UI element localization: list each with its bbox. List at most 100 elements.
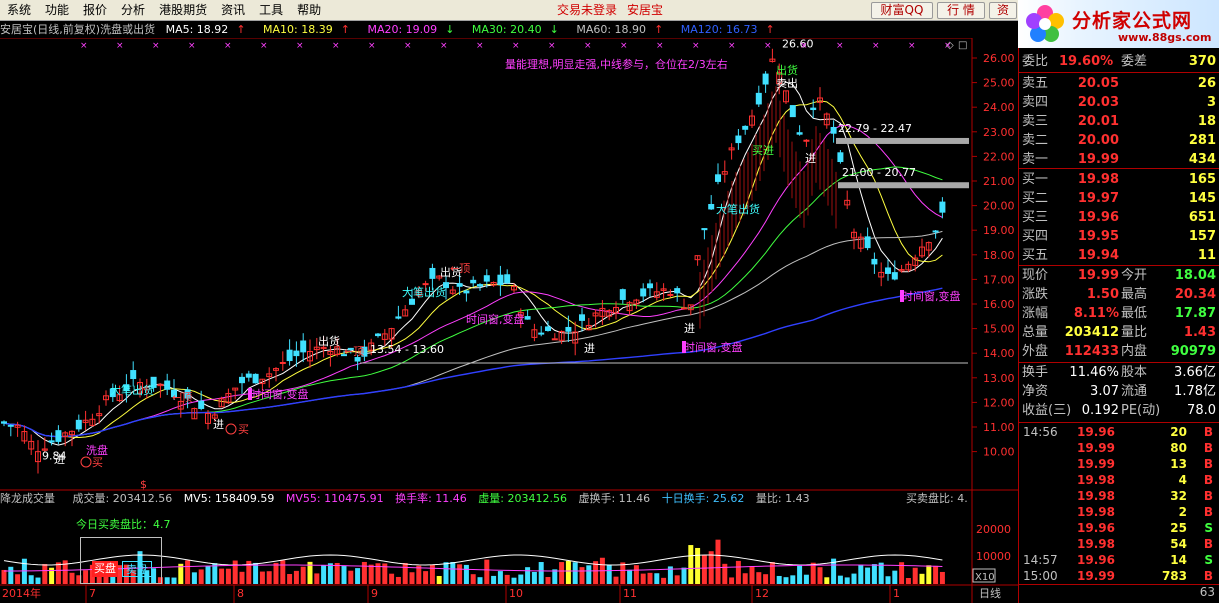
volume-bar [484, 559, 490, 584]
candle-body [504, 274, 511, 284]
volume-bar [878, 562, 884, 584]
menu-item-3[interactable]: 分析 [114, 0, 152, 21]
wash-label: 洗盘 [86, 443, 108, 457]
stock-name-link[interactable]: 安居宝 [627, 0, 663, 21]
volume-bar [797, 564, 803, 584]
candle-body [545, 326, 551, 331]
volume-bar [327, 563, 333, 584]
tick-row: 19.98 4 B [1077, 473, 1213, 487]
candlestick [1, 420, 7, 427]
candlestick [871, 252, 878, 274]
candlestick [232, 387, 239, 400]
tick-row: 19.98 2 B [1077, 505, 1213, 519]
price-axis-label: 25.00 [983, 77, 1015, 90]
menu-item-0[interactable]: 系统 [0, 0, 38, 21]
candlestick [300, 333, 307, 363]
signal-marker: × [872, 41, 880, 51]
candlestick [885, 259, 891, 281]
candle-body [375, 333, 381, 337]
candle-body [456, 283, 463, 287]
volume-bar [55, 562, 61, 584]
candle-body [497, 274, 504, 286]
volume-bar [729, 577, 735, 584]
volume-bar [613, 576, 619, 584]
candlestick [653, 282, 660, 301]
candle-body [708, 203, 715, 210]
menu-item-5[interactable]: 资讯 [214, 0, 252, 21]
candlestick [572, 321, 579, 356]
candlestick [674, 286, 681, 302]
volume-bar [905, 577, 911, 584]
volume-bar [661, 577, 667, 584]
volume-bar [885, 576, 891, 584]
menu-item-1[interactable]: 功能 [38, 0, 76, 21]
candlestick [35, 440, 41, 474]
fundamental-row-2: 收益(三) 0.192 PE(动) 78.0 [1022, 403, 1216, 418]
signal-marker: × [188, 41, 196, 51]
volume-bar [695, 547, 701, 584]
candle-body [674, 288, 681, 294]
volume-bar [538, 562, 544, 584]
price-axis-label: 16.00 [983, 298, 1015, 311]
candle-body [7, 424, 14, 427]
candle-body [130, 370, 137, 380]
dollar-marker: $ [140, 478, 147, 491]
candlestick [783, 90, 789, 105]
top-label: ←顶 [450, 262, 470, 275]
candle-body [647, 283, 653, 289]
volume-bar [470, 574, 476, 584]
volume-bar [810, 562, 816, 584]
volume-bar [497, 571, 503, 584]
ask-row-2: 卖二 20.00 281 [1022, 133, 1216, 148]
volume-bar [355, 568, 361, 584]
signal-marker: × [764, 41, 772, 51]
legend-sell: 卖盘 [122, 561, 152, 577]
big-sell-label: 大笔出货 [110, 383, 154, 397]
candlestick [286, 339, 293, 366]
ma120-label: MA120: 16.73 ↑ [680, 23, 775, 36]
info-button[interactable]: 资 讯 [989, 2, 1017, 19]
candle-body [762, 73, 769, 85]
candle-body [477, 284, 483, 287]
volume-bar [620, 562, 626, 584]
login-status[interactable]: 交易未登录 [557, 0, 617, 21]
candle-body [830, 126, 837, 134]
time-window-label: 时间窗,变盘 [684, 340, 743, 354]
ask-row-1: 卖一 19.99 434 [1022, 152, 1216, 167]
menu-item-7[interactable]: 帮助 [290, 0, 328, 21]
volume-bar [783, 577, 789, 584]
candlestick [694, 255, 701, 266]
candle-body [885, 267, 891, 274]
volume-bar [253, 562, 259, 584]
candle-body [463, 290, 470, 294]
candlestick [762, 71, 769, 93]
candle-body [429, 267, 436, 279]
volume-bar [225, 568, 231, 584]
volume-bar [865, 567, 871, 584]
volume-bar [239, 571, 245, 584]
ask-row-5: 卖五 20.05 26 [1022, 76, 1216, 91]
signal-marker: × [296, 41, 304, 51]
buy-label: 买 [238, 423, 249, 436]
volume-bar [423, 571, 429, 584]
candlestick [279, 351, 286, 371]
price-axis-label: 24.00 [983, 101, 1015, 114]
menu-item-4[interactable]: 港股期货 [152, 0, 214, 21]
buy-circle-icon [225, 423, 237, 435]
wealth-qq-button[interactable]: 财富QQ [871, 2, 933, 19]
volume-bar [42, 564, 48, 584]
menu-item-2[interactable]: 报价 [76, 0, 114, 21]
quote-panel: 委比 19.60% 委差 370 63 卖五 20.05 26 卖四 20.03 3 卖三 2… [1018, 22, 1219, 603]
menu-item-6[interactable]: 工具 [252, 0, 290, 21]
time-window-label: 时间窗,变盘 [466, 312, 525, 326]
volume-bar [606, 564, 612, 584]
volume-value: 成交量: 203412.56 [72, 492, 173, 505]
quotes-button[interactable]: 行 情 [937, 2, 985, 19]
volume-bar [69, 572, 75, 584]
volume-bar [715, 539, 721, 584]
candle-body [395, 316, 402, 319]
time-axis-month: 1 [893, 587, 900, 600]
candle-body [354, 357, 361, 362]
volume-bar [293, 570, 299, 584]
time-axis-month: 9 [371, 587, 378, 600]
